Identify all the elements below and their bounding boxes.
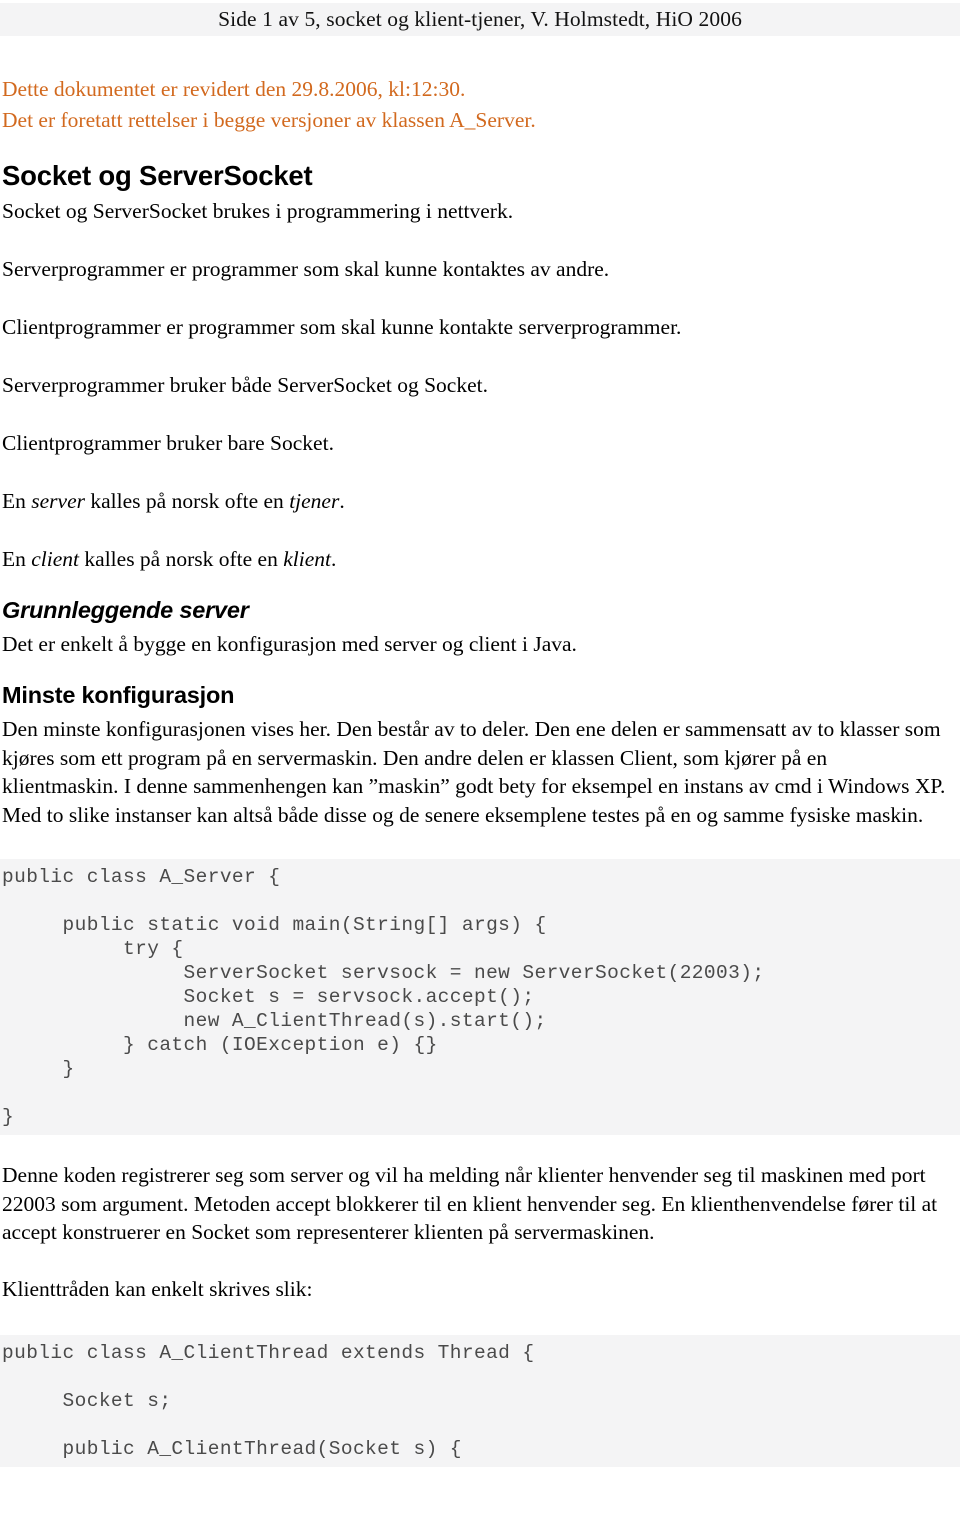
intro-line-1: Socket og ServerSocket brukes i programm… (2, 199, 514, 223)
client-term-mid: kalles på norsk ofte en (79, 547, 284, 571)
server-term-post: . (339, 489, 345, 513)
code-block-a-server: public class A_Server { public static vo… (0, 859, 960, 1135)
page-title: Socket og ServerSocket (2, 160, 313, 191)
code-block-1-spacer-top (0, 829, 960, 859)
server-term-line: En server kalles på norsk ofte en tjener… (0, 459, 960, 517)
intro-line-5: Clientprogrammer bruker bare Socket. (2, 431, 334, 455)
intro-line-2: Serverprogrammer er programmer som skal … (2, 257, 610, 281)
code-block-1-spacer-bottom (0, 1135, 960, 1157)
client-term-pre: En (2, 547, 32, 571)
running-head-text: Side 1 av 5, socket og klient-tjener, V.… (218, 6, 742, 31)
client-term-line: En client kalles på norsk ofte en klient… (0, 517, 960, 575)
document-body: Dette dokumentet er revidert den 29.8.20… (0, 36, 960, 1467)
server-term-pre: En (2, 489, 32, 513)
code-block-2-spacer-top (0, 1305, 960, 1335)
client-term-em-2: klient (283, 547, 331, 571)
revision-line-1: Dette dokumentet er revidert den 29.8.20… (2, 77, 466, 101)
revision-line-2: Det er foretatt rettelser i begge versjo… (2, 108, 536, 132)
intro-line-3: Clientprogrammer er programmer som skal … (2, 315, 682, 339)
code-block-a-clientthread: public class A_ClientThread extends Thre… (0, 1334, 960, 1467)
page-running-header: Side 1 av 5, socket og klient-tjener, V.… (0, 3, 960, 36)
after-code-paragraph: Denne koden registrerer seg som server o… (2, 1163, 938, 1244)
heading-minste-konfigurasjon: Minste konfigurasjon (2, 682, 235, 708)
server-term-mid: kalles på norsk ofte en (85, 489, 290, 513)
intro-line-4: Serverprogrammer bruker både ServerSocke… (2, 373, 488, 397)
heading-grunnleggende-server: Grunnleggende server (2, 597, 249, 623)
grunnleggende-body: Det er enkelt å bygge en konfigurasjon m… (2, 632, 577, 656)
client-term-post: . (330, 547, 337, 571)
server-term-em-1: server (31, 489, 85, 513)
server-term-em-2: tjener (289, 489, 340, 513)
client-term-em-1: client (31, 547, 80, 571)
revision-note: Dette dokumentet er revidert den 29.8.20… (0, 36, 960, 136)
klienttraden-line: Klienttråden kan enkelt skrives slik: (2, 1276, 313, 1301)
minste-konfigurasjon-paragraph: Den minste konfigurasjonen vises her. De… (2, 717, 946, 827)
